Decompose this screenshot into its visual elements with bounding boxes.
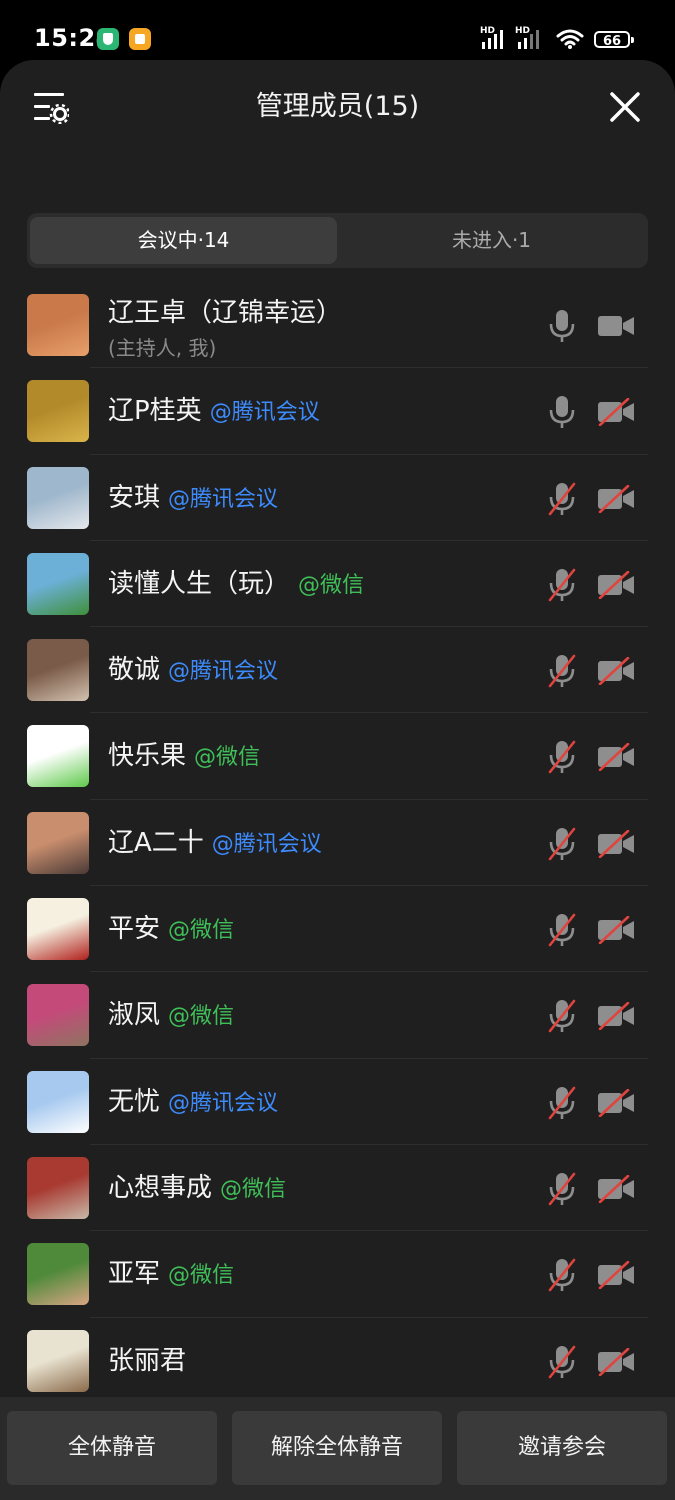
microphone-muted-icon[interactable]: [548, 1257, 576, 1293]
host-role-label: (主持人, 我): [108, 336, 217, 360]
member-row[interactable]: 辽P桂英 @腾讯会议: [0, 368, 675, 455]
avatar: [27, 639, 89, 702]
wifi-icon: [556, 29, 584, 49]
member-row[interactable]: 辽王卓（辽锦幸运） (主持人, 我): [0, 282, 675, 369]
camera-off-icon[interactable]: [597, 829, 635, 858]
microphone-muted-icon[interactable]: [548, 481, 576, 517]
camera-off-icon[interactable]: [597, 1347, 635, 1376]
mute-all-button[interactable]: 全体静音: [7, 1411, 217, 1485]
member-source-tag: @腾讯会议: [211, 831, 322, 857]
avatar: [27, 984, 89, 1047]
microphone-icon[interactable]: [548, 308, 576, 344]
member-source-tag: @微信: [220, 1176, 287, 1202]
page-title: 管理成员(15): [255, 91, 420, 122]
member-row[interactable]: 张丽君: [0, 1318, 675, 1404]
microphone-muted-icon[interactable]: [548, 1344, 576, 1380]
microphone-muted-icon[interactable]: [548, 998, 576, 1034]
member-name: 读懂人生（玩）: [108, 568, 291, 599]
member-source-tag: @微信: [168, 1004, 235, 1030]
microphone-muted-icon[interactable]: [548, 739, 576, 775]
camera-off-icon[interactable]: [597, 1174, 635, 1203]
microphone-muted-icon[interactable]: [548, 653, 576, 689]
bottom-action-bar: 全体静音 解除全体静音 邀请参会: [0, 1397, 675, 1500]
avatar: [27, 811, 89, 874]
member-row[interactable]: 平安 @微信: [0, 886, 675, 973]
avatar: [27, 552, 89, 615]
microphone-muted-icon[interactable]: [548, 826, 576, 862]
member-list: 辽王卓（辽锦幸运） (主持人, 我) 辽P桂英 @腾讯会议 安琪 @腾讯会议 读懂人生（玩）…: [0, 282, 675, 1404]
member-name: 安琪: [108, 482, 161, 513]
member-name: 心想事成: [108, 1172, 213, 1203]
microphone-muted-icon[interactable]: [548, 567, 576, 603]
member-name: 淑凤: [108, 1000, 161, 1031]
member-source-tag: @微信: [194, 745, 261, 771]
member-row[interactable]: 亚军 @微信: [0, 1231, 675, 1318]
avatar: [27, 725, 89, 788]
microphone-muted-icon[interactable]: [548, 912, 576, 948]
signal-icon: [518, 30, 539, 49]
member-name: 亚军: [108, 1259, 161, 1290]
close-icon[interactable]: [608, 90, 642, 124]
tab-not-joined[interactable]: 未进入·1: [338, 217, 645, 264]
camera-off-icon[interactable]: [597, 1261, 635, 1290]
member-source-tag: @微信: [168, 1263, 235, 1289]
member-name: 张丽君: [108, 1345, 187, 1376]
member-source-tag: @腾讯会议: [168, 659, 279, 685]
member-name: 敬诚: [108, 655, 161, 686]
avatar: [27, 466, 89, 529]
member-name: 辽王卓（辽锦幸运）: [108, 298, 343, 328]
avatar: [27, 1243, 89, 1306]
avatar: [27, 294, 89, 356]
member-name: 辽A二十: [108, 827, 204, 858]
microphone-muted-icon[interactable]: [548, 1085, 576, 1121]
camera-off-icon[interactable]: [597, 916, 635, 945]
tab-in-meeting[interactable]: 会议中·14: [30, 217, 337, 264]
camera-off-icon[interactable]: [597, 1002, 635, 1031]
member-source-tag: @腾讯会议: [168, 486, 279, 512]
invite-button[interactable]: 邀请参会: [457, 1411, 667, 1485]
signal-icon: [482, 30, 503, 49]
avatar: [27, 1329, 89, 1392]
member-source-tag: @微信: [298, 572, 365, 598]
member-name: 快乐果: [108, 741, 187, 772]
member-row[interactable]: 辽A二十 @腾讯会议: [0, 800, 675, 887]
avatar: [27, 898, 89, 961]
member-source-tag: @腾讯会议: [209, 400, 320, 426]
member-tabs: 会议中·14 未进入·1: [27, 213, 648, 268]
member-row[interactable]: 读懂人生（玩） @微信: [0, 541, 675, 628]
avatar: [27, 1070, 89, 1133]
member-row[interactable]: 安琪 @腾讯会议: [0, 455, 675, 541]
member-source-tag: @微信: [168, 918, 235, 944]
camera-off-icon[interactable]: [597, 1088, 635, 1117]
member-source-tag: @腾讯会议: [168, 1090, 279, 1116]
member-name: 无忧: [108, 1086, 161, 1117]
camera-off-icon[interactable]: [597, 398, 635, 427]
member-row[interactable]: 无忧 @腾讯会议: [0, 1059, 675, 1145]
camera-off-icon[interactable]: [597, 743, 635, 772]
avatar: [27, 380, 89, 443]
member-row[interactable]: 心想事成 @微信: [0, 1145, 675, 1232]
member-name: 平安: [108, 914, 161, 945]
camera-icon[interactable]: [597, 312, 635, 340]
unmute-all-button[interactable]: 解除全体静音: [232, 1411, 442, 1485]
notes-app-icon: [129, 28, 151, 50]
avatar: [27, 1156, 89, 1219]
camera-off-icon[interactable]: [597, 657, 635, 686]
member-name: 辽P桂英: [108, 396, 202, 427]
manage-members-panel: 管理成员(15) 会议中·14 未进入·1 辽王卓（辽锦幸运） (主持人, 我) 辽…: [0, 60, 675, 1500]
battery-icon: 66: [594, 31, 634, 49]
camera-off-icon[interactable]: [597, 484, 635, 513]
member-row[interactable]: 快乐果 @微信: [0, 713, 675, 800]
member-row[interactable]: 敬诚 @腾讯会议: [0, 627, 675, 714]
microphone-icon[interactable]: [548, 394, 576, 430]
camera-off-icon[interactable]: [597, 570, 635, 599]
shield-app-icon: [97, 28, 119, 50]
member-row[interactable]: 淑凤 @微信: [0, 972, 675, 1059]
microphone-muted-icon[interactable]: [548, 1171, 576, 1207]
